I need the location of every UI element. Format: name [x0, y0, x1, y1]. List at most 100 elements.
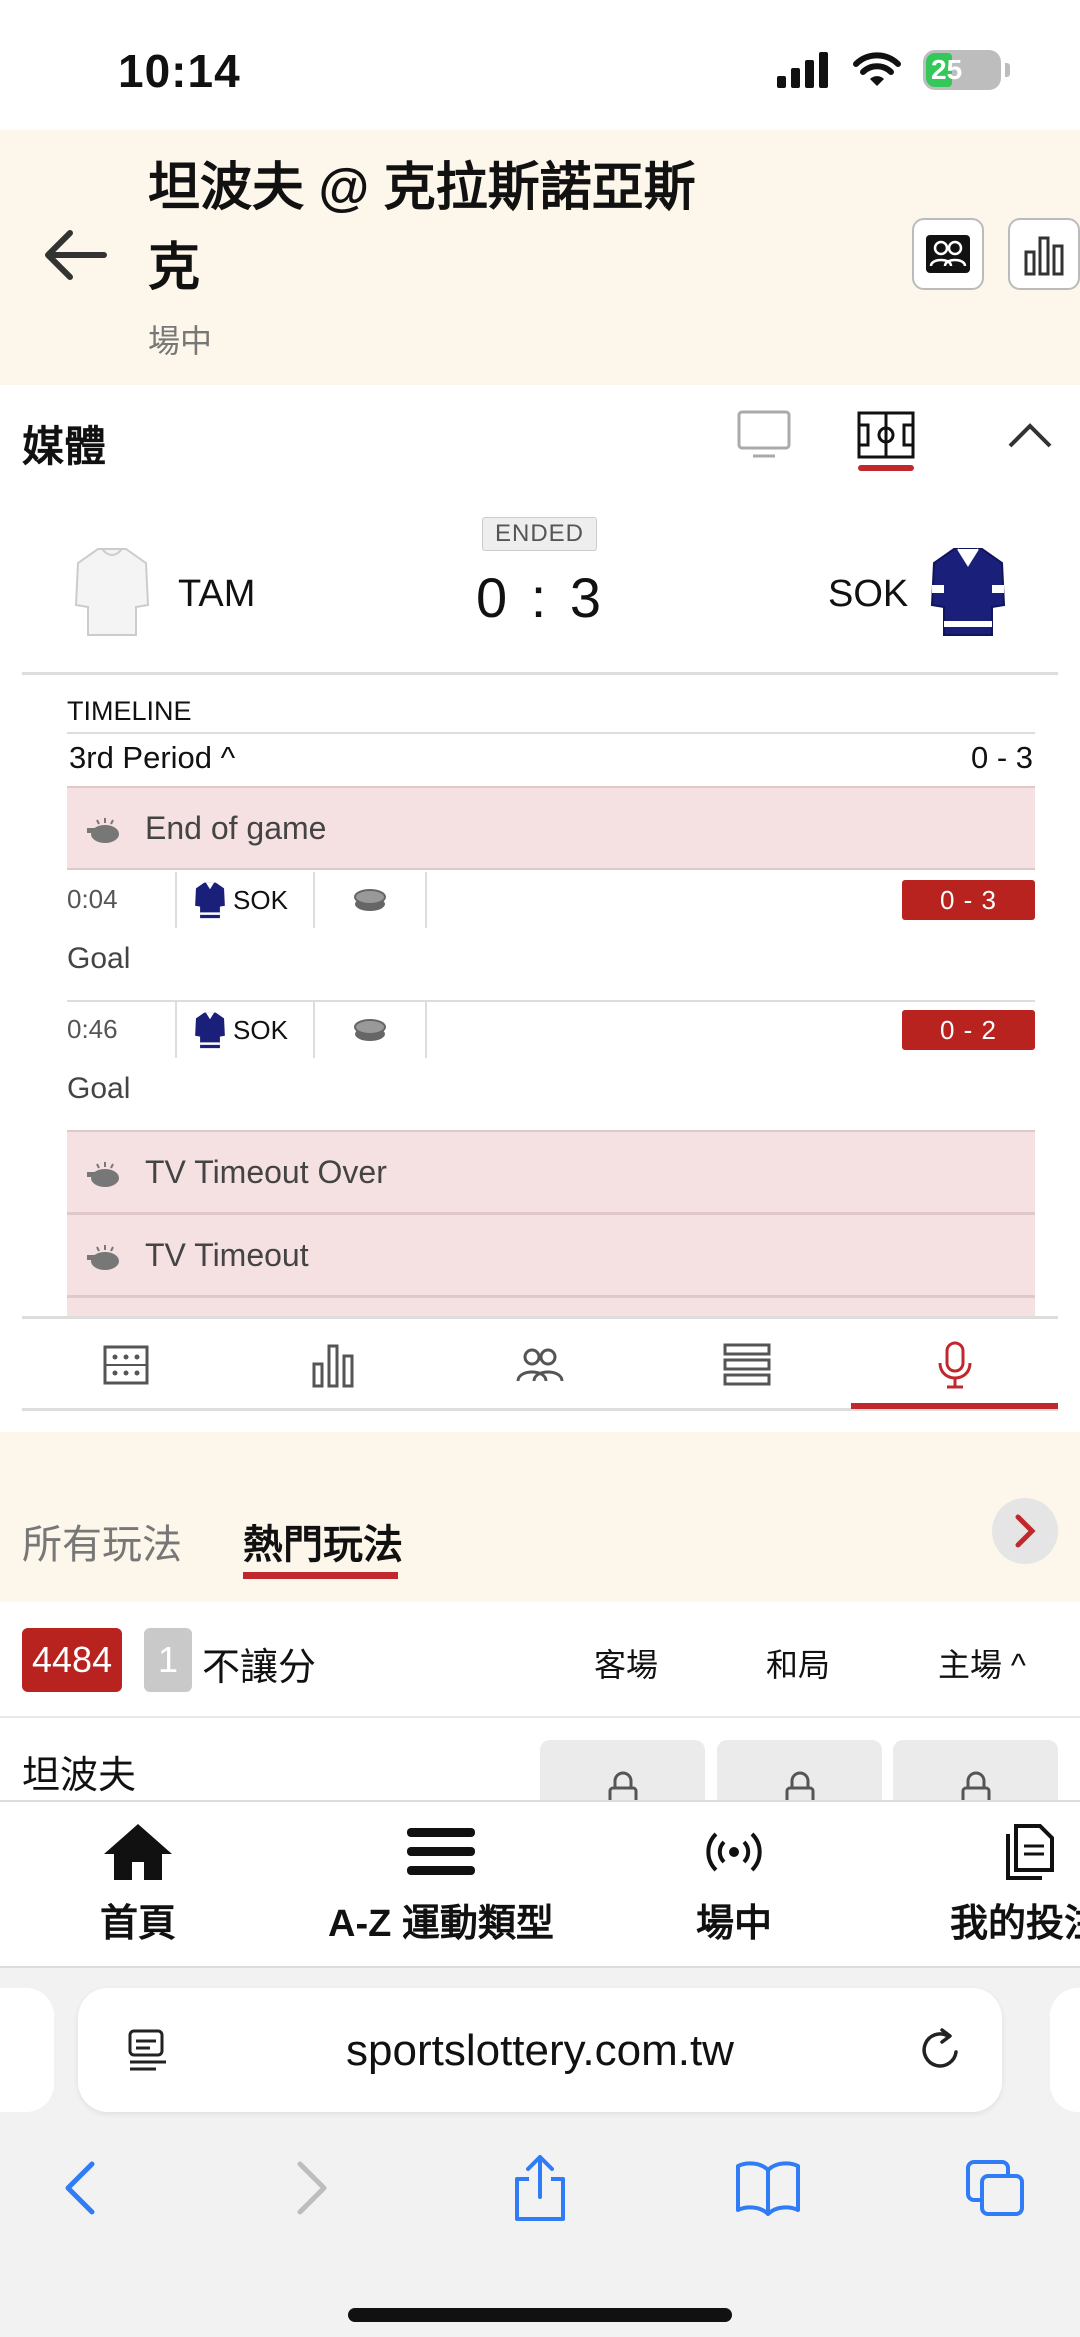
- timeline-event: [67, 1296, 1035, 1316]
- back-button[interactable]: [40, 225, 110, 285]
- nav-live[interactable]: 場中: [696, 1822, 772, 1947]
- match-header: 坦波夫 @ 克拉斯諾亞斯克 場中: [0, 130, 1080, 385]
- odds-button-draw[interactable]: [717, 1740, 882, 1800]
- event-type-label: Goal: [67, 1072, 131, 1105]
- more-bets-button[interactable]: [992, 1498, 1058, 1564]
- tab-all-bets[interactable]: 所有玩法: [22, 1512, 182, 1570]
- event-text: TV Timeout: [145, 1237, 309, 1273]
- documents-icon: [1006, 1824, 1054, 1880]
- bottom-navigation: 首頁 A-Z 運動類型 場中 我的投注: [0, 1800, 1080, 1968]
- away-jersey-icon: [195, 882, 225, 919]
- next-tab-edge[interactable]: [1050, 1988, 1080, 2112]
- bookmarks-button[interactable]: [728, 2148, 808, 2228]
- tab-lineups[interactable]: [436, 1319, 643, 1411]
- lock-icon: [961, 1771, 990, 1800]
- nav-sports[interactable]: A-Z 運動類型: [328, 1822, 554, 1947]
- match-score: 0 : 3: [476, 566, 605, 629]
- field-view-button[interactable]: [856, 405, 916, 465]
- tabs-button[interactable]: [956, 2148, 1036, 2228]
- chevron-left-icon: [65, 2161, 95, 2215]
- nav-live-label: 場中: [696, 1903, 773, 1945]
- tab-standings[interactable]: [643, 1319, 850, 1411]
- home-indicator: [348, 2308, 732, 2322]
- nav-mybets[interactable]: 我的投注: [950, 1822, 1080, 1947]
- tv-button[interactable]: [734, 405, 794, 465]
- column-away: 客場: [594, 1647, 659, 1683]
- share-button[interactable]: [500, 2148, 580, 2228]
- event-time: 0:04: [67, 884, 118, 914]
- arrow-left-icon: [45, 230, 107, 280]
- reload-icon[interactable]: [918, 2026, 964, 2074]
- home-team-name: TAM: [178, 573, 256, 615]
- event-team-name: SOK: [233, 1014, 288, 1045]
- match-status-label: 場中: [148, 323, 213, 359]
- tab-stats[interactable]: [229, 1319, 436, 1411]
- away-jersey-icon: [195, 1012, 225, 1049]
- event-text: End of game: [145, 810, 327, 846]
- market-count-badge: 1: [144, 1628, 192, 1692]
- column-draw: 和局: [766, 1647, 831, 1683]
- timeline-event: End of game: [67, 786, 1035, 870]
- battery-level: 25: [931, 54, 963, 85]
- event-team: SOK: [175, 1002, 315, 1058]
- tab-popular-bets[interactable]: 熱門玩法: [243, 1512, 403, 1570]
- detail-tabs: [22, 1316, 1058, 1411]
- event-score-badge: 0 - 3: [902, 880, 1035, 920]
- broadcast-icon: [706, 1832, 762, 1872]
- previous-tab-edge[interactable]: [0, 1988, 54, 2112]
- goal-event-row: 0:04 SOK 0 - 3: [67, 872, 1035, 928]
- event-team-name: SOK: [233, 884, 288, 915]
- active-tab-indicator: [851, 1403, 1058, 1409]
- puck-icon: [315, 1002, 427, 1058]
- lineup-button[interactable]: [912, 218, 984, 290]
- media-title: 媒體: [22, 423, 107, 470]
- nav-home[interactable]: 首頁: [100, 1822, 176, 1947]
- tab-field[interactable]: [22, 1319, 229, 1411]
- status-bar: 10:14 25: [0, 0, 1080, 130]
- media-section-header: 媒體: [0, 385, 1080, 490]
- bet-type-tabs: 所有玩法 熱門玩法: [0, 1432, 1080, 1602]
- people-icon: [516, 1348, 563, 1382]
- browser-forward-button[interactable]: [272, 2148, 352, 2228]
- event-team: SOK: [175, 872, 315, 928]
- wifi-icon: [853, 52, 901, 86]
- chevron-right-icon: [297, 2161, 327, 2215]
- tab-commentary[interactable]: [851, 1319, 1058, 1411]
- match-status-badge: ENDED: [482, 517, 598, 551]
- home-icon: [104, 1824, 172, 1880]
- timeline-event: TV Timeout: [67, 1213, 1035, 1297]
- timeline: TIMELINE 3rd Period ^ 0 - 3 End of game …: [22, 690, 1058, 1316]
- event-text: TV Timeout Over: [145, 1154, 387, 1190]
- team-name: 坦波夫: [22, 1755, 137, 1797]
- period-selector[interactable]: 3rd Period ^ 0 - 3: [67, 732, 1035, 778]
- people-icon: [926, 235, 970, 273]
- battery-icon: 25: [923, 50, 1001, 90]
- menu-icon: [406, 1828, 475, 1875]
- market-name: 不讓分: [202, 1647, 317, 1689]
- away-jersey-icon: [930, 548, 1006, 636]
- scoreboard: ENDED TAM 0 : 3 SOK: [22, 505, 1058, 675]
- odds-button-home[interactable]: [893, 1740, 1058, 1800]
- signal-icon: [777, 52, 828, 88]
- bar-chart-icon: [312, 1344, 353, 1388]
- field-icon: [857, 411, 915, 459]
- timeline-event: TV Timeout Over: [67, 1130, 1035, 1214]
- market-header[interactable]: 4484 1 不讓分 客場 和局 主場 ^: [0, 1602, 1080, 1718]
- collapse-button[interactable]: [1000, 405, 1060, 465]
- address-bar[interactable]: sportslottery.com.tw: [78, 1988, 1002, 2112]
- status-time: 10:14: [118, 45, 241, 97]
- chevron-up-icon: [1008, 423, 1052, 448]
- market-id-badge: 4484: [22, 1628, 123, 1692]
- nav-home-label: 首頁: [100, 1903, 177, 1945]
- chevron-right-icon: [1015, 1514, 1036, 1548]
- stats-button[interactable]: [1008, 218, 1080, 290]
- tabs-icon: [966, 2160, 1024, 2216]
- event-type-label: Goal: [67, 942, 131, 975]
- goal-event-row: 0:46 SOK 0 - 2: [67, 1002, 1035, 1058]
- microphone-icon: [938, 1341, 971, 1389]
- browser-back-button[interactable]: [40, 2148, 120, 2228]
- media-active-indicator: [858, 465, 914, 471]
- odds-button-away[interactable]: [540, 1740, 705, 1800]
- period-score: 0 - 3: [970, 740, 1033, 775]
- event-score-badge: 0 - 2: [902, 1010, 1035, 1050]
